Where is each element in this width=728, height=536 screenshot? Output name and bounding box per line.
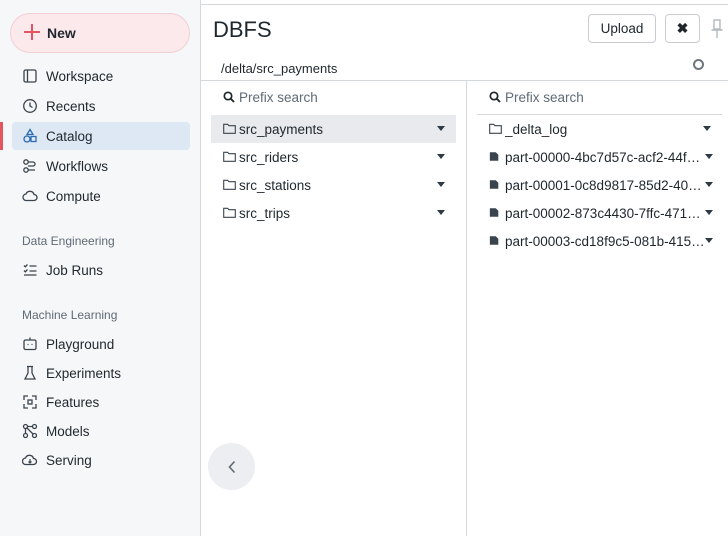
cloud-icon <box>22 190 38 202</box>
sidebar-item-catalog[interactable]: Catalog <box>12 122 190 150</box>
chevron-down-icon[interactable] <box>705 238 713 243</box>
workflows-icon <box>23 159 36 173</box>
search-placeholder: Prefix search <box>239 90 318 105</box>
search-placeholder: Prefix search <box>505 90 584 105</box>
back-button[interactable] <box>208 443 255 490</box>
playground-icon <box>23 337 37 351</box>
sidebar-item-compute[interactable]: Compute <box>12 182 190 210</box>
list-item-label: part-00002-873c4430-7ffc-471… <box>505 206 701 221</box>
sidebar-item-label: Playground <box>46 337 115 352</box>
list-item-label: src_trips <box>239 206 291 221</box>
chevron-down-icon[interactable] <box>437 154 445 159</box>
sidebar-item-label: Serving <box>46 453 92 468</box>
section-heading-machine-learning: Machine Learning <box>22 308 118 322</box>
list-item-file[interactable]: part-00002-873c4430-7ffc-471… <box>477 199 722 227</box>
sidebar-item-features[interactable]: Features <box>12 388 190 416</box>
chevron-left-icon <box>227 460 235 473</box>
sidebar-item-label: Workflows <box>46 159 109 174</box>
list-item-label: _delta_log <box>505 122 568 137</box>
serving-icon <box>22 454 38 466</box>
sidebar-item-job-runs[interactable]: Job Runs <box>12 256 190 284</box>
upload-button[interactable]: Upload <box>588 14 656 43</box>
list-item-label: src_riders <box>239 150 299 165</box>
sidebar-item-label: Experiments <box>46 366 122 381</box>
dialog-top-border <box>201 4 728 5</box>
list-item-file[interactable]: part-00001-0c8d9817-85d2-40… <box>477 171 722 199</box>
section-heading-data-engineering: Data Engineering <box>22 234 115 248</box>
page-title: DBFS <box>213 17 272 42</box>
sidebar-item-workflows[interactable]: Workflows <box>12 152 190 180</box>
file-icon <box>489 236 499 245</box>
workspace-icon <box>23 69 37 83</box>
new-button[interactable]: New <box>10 13 190 53</box>
file-icon <box>489 180 499 189</box>
chevron-down-icon[interactable] <box>437 210 445 215</box>
sidebar-item-models[interactable]: Models <box>12 417 190 445</box>
list-item-label: part-00003-cd18f9c5-081b-415… <box>505 234 705 249</box>
sidebar-item-label: Catalog <box>46 129 93 144</box>
flask-icon <box>23 365 37 380</box>
list-item-folder[interactable]: _delta_log <box>477 115 722 143</box>
path-divider <box>201 80 728 81</box>
right-prefix-search[interactable]: Prefix search <box>489 87 719 111</box>
sidebar-item-label: Job Runs <box>46 263 104 278</box>
file-icon <box>489 152 499 161</box>
list-item-label: src_stations <box>239 178 312 193</box>
new-button-label: New <box>47 25 76 41</box>
list-item-folder[interactable]: src_payments <box>211 115 456 143</box>
status-indicator-icon <box>693 59 704 70</box>
sidebar-item-serving[interactable]: Serving <box>12 446 190 474</box>
features-icon <box>23 395 37 409</box>
sidebar-item-playground[interactable]: Playground <box>12 330 190 358</box>
chevron-down-icon[interactable] <box>703 126 711 131</box>
folder-icon <box>223 179 236 190</box>
sidebar-item-recents[interactable]: Recents <box>12 92 190 120</box>
column-divider <box>466 81 467 536</box>
sidebar-item-label: Compute <box>46 189 101 204</box>
sidebar-item-label: Features <box>46 395 100 410</box>
chevron-down-icon[interactable] <box>437 126 445 131</box>
folder-icon <box>223 151 236 162</box>
list-item-file[interactable]: part-00003-cd18f9c5-081b-415… <box>477 227 722 255</box>
models-icon <box>22 423 38 439</box>
active-indicator <box>0 122 3 150</box>
sidebar-item-experiments[interactable]: Experiments <box>12 359 190 387</box>
plus-icon <box>23 23 41 41</box>
folder-icon <box>223 207 236 218</box>
close-icon: ✖ <box>676 20 689 36</box>
list-item-file[interactable]: part-00000-4bc7d57c-acf2-44f… <box>477 143 722 171</box>
sidebar: New Workspace Recents Catalog Workflows … <box>0 0 200 536</box>
sidebar-item-label: Models <box>46 424 90 439</box>
list-item-label: src_payments <box>239 122 324 137</box>
search-icon <box>223 91 235 103</box>
sidebar-item-workspace[interactable]: Workspace <box>12 62 190 90</box>
list-item-label: part-00000-4bc7d57c-acf2-44f… <box>505 150 701 165</box>
current-path: /delta/src_payments <box>221 61 338 76</box>
job-runs-icon <box>23 264 37 276</box>
folder-icon <box>489 123 502 134</box>
left-prefix-search[interactable]: Prefix search <box>223 87 453 111</box>
list-item-folder[interactable]: src_riders <box>211 143 456 171</box>
close-button[interactable]: ✖ <box>665 14 700 43</box>
file-icon <box>489 208 499 217</box>
chevron-down-icon[interactable] <box>437 182 445 187</box>
folder-icon <box>223 123 236 134</box>
list-item-folder[interactable]: src_stations <box>211 171 456 199</box>
chevron-down-icon[interactable] <box>705 154 713 159</box>
clock-icon <box>23 99 37 113</box>
chevron-down-icon[interactable] <box>705 182 713 187</box>
sidebar-item-label: Workspace <box>46 69 114 84</box>
list-item-folder[interactable]: src_trips <box>211 199 456 227</box>
catalog-icon <box>23 128 37 143</box>
pin-icon[interactable] <box>710 18 724 40</box>
search-icon <box>489 91 501 103</box>
list-item-label: part-00001-0c8d9817-85d2-40… <box>505 178 702 193</box>
sidebar-item-label: Recents <box>46 99 96 114</box>
chevron-down-icon[interactable] <box>705 210 713 215</box>
